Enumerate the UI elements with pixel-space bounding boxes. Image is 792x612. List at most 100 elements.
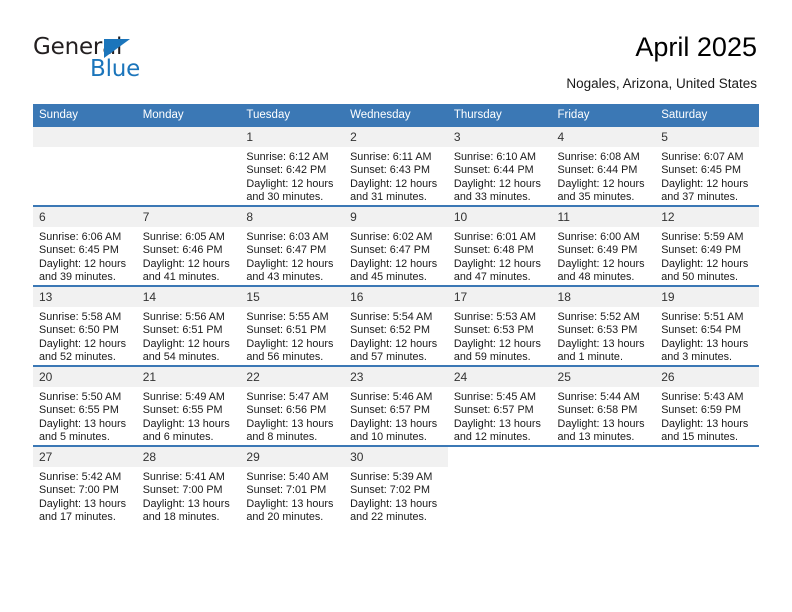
- daylight-text: Daylight: 12 hours: [350, 337, 438, 350]
- calendar-day-cell[interactable]: 19 Sunrise: 5:51 AM Sunset: 6:54 PM Dayligh…: [655, 285, 759, 366]
- weekday-header-saturday: Saturday: [655, 104, 759, 127]
- sunrise-text: Sunrise: 6:01 AM: [453, 231, 537, 243]
- sunrise-text: Sunrise: 6:06 AM: [39, 231, 122, 243]
- calendar-day-cell[interactable]: 28 Sunrise: 5:41 AM Sunset: 7:00 PM Dayligh…: [136, 445, 241, 525]
- sunset-text: Sunset: 7:01 PM: [246, 484, 327, 497]
- day-number: 14: [136, 287, 241, 307]
- calendar-day-cell[interactable]: 30 Sunrise: 5:39 AM Sunset: 7:02 PM Dayligh…: [344, 445, 448, 525]
- day-number: 29: [240, 447, 345, 467]
- daylight-text-cont: and 1 minute.: [557, 351, 623, 364]
- calendar-day-cell[interactable]: 10 Sunrise: 6:01 AM Sunset: 6:48 PM Dayligh…: [447, 205, 552, 286]
- calendar-header-row: Sunday Monday Tuesday Wednesday Thursday Frid…: [33, 104, 759, 127]
- day-details: Sunrise: 5:47 AM Sunset: 6:56 PM Daylight:…: [240, 387, 344, 445]
- sunrise-text: Sunrise: 6:03 AM: [246, 231, 329, 243]
- sunrise-text: Sunrise: 5:42 AM: [39, 471, 122, 483]
- calendar-day-cell[interactable]: 12 Sunrise: 5:59 AM Sunset: 6:49 PM Dayligh…: [655, 205, 759, 286]
- day-number: 21: [136, 367, 241, 387]
- calendar-day-cell[interactable]: 5 Sunrise: 6:07 AM Sunset: 6:45 PM Daylight…: [655, 127, 759, 206]
- day-number: 3: [447, 127, 552, 147]
- daylight-text-cont: and 5 minutes.: [39, 431, 110, 444]
- day-number: 17: [447, 287, 552, 307]
- daylight-text-cont: and 15 minutes.: [661, 431, 739, 444]
- calendar-day-cell[interactable]: 4 Sunrise: 6:08 AM Sunset: 6:44 PM Daylight…: [551, 127, 656, 206]
- calendar-day-cell[interactable]: 8 Sunrise: 6:03 AM Sunset: 6:47 PM Daylight…: [240, 205, 345, 286]
- daylight-text-cont: and 43 minutes.: [246, 271, 324, 284]
- sunset-text: Sunset: 6:57 PM: [453, 404, 534, 417]
- calendar-week-row: 1 Sunrise: 6:12 AM Sunset: 6:42 PM Daylight…: [33, 127, 759, 206]
- calendar-day-cell[interactable]: 14 Sunrise: 5:56 AM Sunset: 6:51 PM Dayligh…: [136, 285, 241, 366]
- daylight-text: Daylight: 12 hours: [661, 177, 749, 190]
- sunset-text: Sunset: 6:58 PM: [557, 404, 638, 417]
- day-number: 19: [655, 287, 759, 307]
- calendar-day-cell[interactable]: 26 Sunrise: 5:43 AM Sunset: 6:59 PM Dayligh…: [655, 365, 759, 446]
- daylight-text-cont: and 41 minutes.: [142, 271, 220, 284]
- day-details: Sunrise: 5:43 AM Sunset: 6:59 PM Daylight:…: [655, 387, 759, 445]
- calendar-day-cell[interactable]: 24 Sunrise: 5:45 AM Sunset: 6:57 PM Dayligh…: [447, 365, 552, 446]
- day-details: Sunrise: 5:51 AM Sunset: 6:54 PM Daylight:…: [655, 307, 759, 365]
- day-number: 24: [447, 367, 552, 387]
- calendar-day-cell[interactable]: 15 Sunrise: 5:55 AM Sunset: 6:51 PM Dayligh…: [240, 285, 345, 366]
- calendar-day-cell[interactable]: 22 Sunrise: 5:47 AM Sunset: 6:56 PM Dayligh…: [240, 365, 345, 446]
- sunset-text: Sunset: 6:55 PM: [39, 404, 119, 417]
- daylight-text: Daylight: 13 hours: [350, 497, 438, 510]
- calendar-day-cell[interactable]: 11 Sunrise: 6:00 AM Sunset: 6:49 PM Dayligh…: [551, 205, 656, 286]
- sunset-text: Sunset: 6:55 PM: [142, 404, 223, 417]
- daylight-text: Daylight: 12 hours: [39, 257, 127, 270]
- calendar-day-cell[interactable]: 29 Sunrise: 5:40 AM Sunset: 7:01 PM Dayligh…: [240, 445, 345, 525]
- sunset-text: Sunset: 6:49 PM: [557, 244, 638, 257]
- calendar-day-cell[interactable]: 7 Sunrise: 6:05 AM Sunset: 6:46 PM Daylight…: [136, 205, 241, 286]
- calendar-day-cell[interactable]: 1 Sunrise: 6:12 AM Sunset: 6:42 PM Daylight…: [240, 127, 345, 206]
- day-details: Sunrise: 6:10 AM Sunset: 6:44 PM Daylight:…: [448, 147, 552, 205]
- day-details: Sunrise: 6:02 AM Sunset: 6:47 PM Daylight:…: [344, 227, 448, 285]
- calendar-day-cell[interactable]: 27 Sunrise: 5:42 AM Sunset: 7:00 PM Dayligh…: [33, 445, 137, 525]
- calendar-day-cell[interactable]: 20 Sunrise: 5:50 AM Sunset: 6:55 PM Dayligh…: [33, 365, 137, 446]
- daylight-text: Daylight: 12 hours: [246, 177, 334, 190]
- daylight-text: Daylight: 12 hours: [246, 337, 334, 350]
- daylight-text-cont: and 31 minutes.: [350, 191, 427, 204]
- generalblue-logo[interactable]: General Blue: [33, 34, 213, 84]
- calendar-day-cell[interactable]: 3 Sunrise: 6:10 AM Sunset: 6:44 PM Daylight…: [447, 127, 552, 206]
- calendar-day-cell[interactable]: 18 Sunrise: 5:52 AM Sunset: 6:53 PM Dayligh…: [551, 285, 656, 366]
- page-title: April 2025: [635, 32, 757, 62]
- daylight-text: Daylight: 13 hours: [39, 417, 127, 430]
- day-details: Sunrise: 6:11 AM Sunset: 6:43 PM Daylight:…: [344, 147, 448, 205]
- page-header: General Blue April 2025 Nogales, Arizona…: [0, 0, 792, 104]
- daylight-text: Daylight: 13 hours: [453, 417, 541, 430]
- day-number: 13: [33, 287, 137, 307]
- calendar-day-cell[interactable]: 9 Sunrise: 6:02 AM Sunset: 6:47 PM Daylight…: [344, 205, 448, 286]
- day-number: 1: [240, 127, 345, 147]
- day-number: 30: [344, 447, 448, 467]
- day-number: 23: [344, 367, 448, 387]
- calendar-day-cell[interactable]: 6 Sunrise: 6:06 AM Sunset: 6:45 PM Daylight…: [33, 205, 137, 286]
- day-details: Sunrise: 5:40 AM Sunset: 7:01 PM Daylight:…: [240, 467, 344, 525]
- day-number: 12: [655, 207, 759, 227]
- sunset-text: Sunset: 7:00 PM: [39, 484, 119, 497]
- daylight-text-cont: and 30 minutes.: [246, 191, 324, 204]
- calendar-empty-cell: [136, 127, 241, 206]
- day-number: [655, 447, 759, 467]
- calendar-day-cell[interactable]: 25 Sunrise: 5:44 AM Sunset: 6:58 PM Dayligh…: [551, 365, 656, 446]
- calendar-day-cell[interactable]: 21 Sunrise: 5:49 AM Sunset: 6:55 PM Dayligh…: [136, 365, 241, 446]
- day-number: 11: [551, 207, 656, 227]
- daylight-text: Daylight: 13 hours: [661, 417, 749, 430]
- day-details: Sunrise: 5:58 AM Sunset: 6:50 PM Daylight:…: [33, 307, 137, 365]
- calendar-day-cell[interactable]: 23 Sunrise: 5:46 AM Sunset: 6:57 PM Dayligh…: [344, 365, 448, 446]
- daylight-text-cont: and 20 minutes.: [246, 511, 324, 524]
- calendar-day-cell[interactable]: 13 Sunrise: 5:58 AM Sunset: 6:50 PM Dayligh…: [33, 285, 137, 366]
- page-subtitle-location: Nogales, Arizona, United States: [566, 76, 757, 91]
- calendar-day-cell[interactable]: 17 Sunrise: 5:53 AM Sunset: 6:53 PM Dayligh…: [447, 285, 552, 366]
- daylight-text-cont: and 10 minutes.: [350, 431, 427, 444]
- sunrise-text: Sunrise: 5:51 AM: [661, 311, 744, 323]
- calendar-day-cell[interactable]: 16 Sunrise: 5:54 AM Sunset: 6:52 PM Dayligh…: [344, 285, 448, 366]
- sunrise-text: Sunrise: 5:53 AM: [453, 311, 537, 323]
- sunrise-text: Sunrise: 5:54 AM: [350, 311, 433, 323]
- day-number: 10: [447, 207, 552, 227]
- daylight-text-cont: and 6 minutes.: [142, 431, 214, 444]
- daylight-text: Daylight: 12 hours: [557, 257, 645, 270]
- daylight-text-cont: and 33 minutes.: [453, 191, 531, 204]
- day-number: 6: [33, 207, 137, 227]
- daylight-text: Daylight: 13 hours: [142, 417, 230, 430]
- calendar-day-cell[interactable]: 2 Sunrise: 6:11 AM Sunset: 6:43 PM Daylight…: [344, 127, 448, 206]
- daylight-text: Daylight: 12 hours: [557, 177, 645, 190]
- day-details: Sunrise: 5:49 AM Sunset: 6:55 PM Daylight:…: [137, 387, 241, 445]
